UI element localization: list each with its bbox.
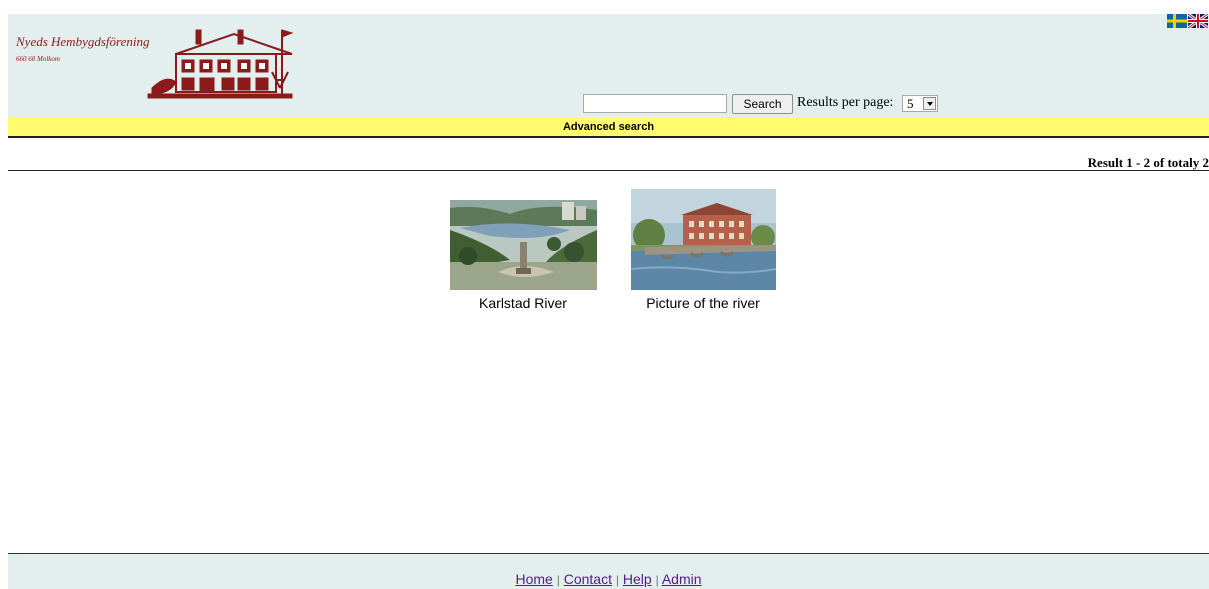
footer-link-home[interactable]: Home bbox=[515, 571, 552, 587]
chevron-down-icon[interactable] bbox=[923, 97, 936, 110]
search-input[interactable] bbox=[583, 94, 727, 113]
footer-nav: Home | Contact | Help | Admin bbox=[8, 571, 1209, 587]
footer-link-contact[interactable]: Contact bbox=[564, 571, 612, 587]
footer-separator: | bbox=[615, 573, 619, 587]
result-caption[interactable]: Picture of the river bbox=[620, 295, 786, 311]
site-footer: Home | Contact | Help | Admin bbox=[8, 553, 1209, 589]
site-logo[interactable]: Nyeds Hembygdsförening 660 60 Molkom bbox=[8, 14, 308, 117]
footer-separator: | bbox=[556, 573, 560, 587]
results-per-page-label: Results per page: bbox=[797, 95, 894, 110]
house-logo-icon bbox=[147, 29, 294, 99]
result-caption[interactable]: Karlstad River bbox=[440, 295, 606, 311]
footer-separator: | bbox=[655, 573, 659, 587]
result-thumbnail-image[interactable] bbox=[630, 189, 776, 290]
site-header: Nyeds Hembygdsförening 660 60 Molkom Sea… bbox=[8, 14, 1209, 117]
uk-flag-icon[interactable] bbox=[1188, 14, 1208, 28]
result-item[interactable]: Picture of the river bbox=[620, 189, 786, 311]
site-name: Nyeds Hembygdsförening bbox=[16, 34, 150, 49]
result-count: Result 1 - 2 of totaly 2 bbox=[1087, 155, 1209, 170]
divider bbox=[8, 170, 1209, 171]
site-address: 660 60 Molkom bbox=[16, 55, 60, 63]
results-per-page-select[interactable]: 5 bbox=[902, 95, 938, 112]
swedish-flag-icon[interactable] bbox=[1167, 14, 1187, 28]
footer-link-admin[interactable]: Admin bbox=[662, 571, 702, 587]
language-switcher bbox=[1167, 14, 1209, 29]
footer-link-help[interactable]: Help bbox=[623, 571, 652, 587]
advanced-search-link[interactable]: Advanced search bbox=[563, 121, 654, 133]
result-item[interactable]: Karlstad River bbox=[440, 200, 606, 311]
results-per-page-value: 5 bbox=[907, 96, 914, 111]
result-thumbnail-image[interactable] bbox=[449, 200, 597, 290]
search-button[interactable]: Search bbox=[732, 94, 793, 114]
advanced-search-bar: Advanced search bbox=[8, 117, 1209, 138]
